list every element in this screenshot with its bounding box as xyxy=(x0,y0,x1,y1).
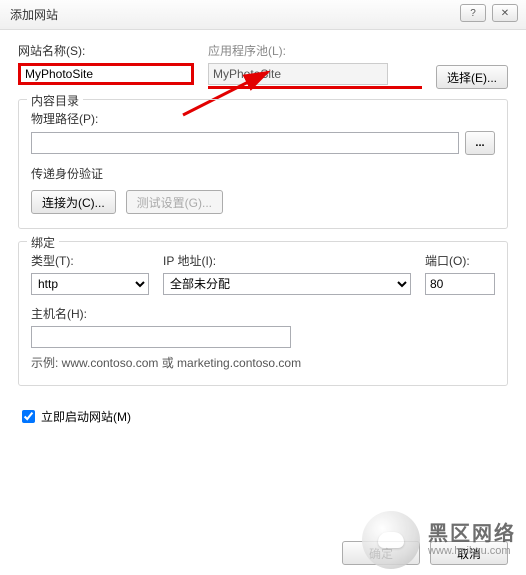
site-name-label: 网站名称(S): xyxy=(18,42,194,59)
close-icon[interactable]: ✕ xyxy=(492,4,518,22)
content-dir-group: 内容目录 物理路径(P): ... 传递身份验证 连接为(C)... 测试设置(… xyxy=(18,99,508,229)
ok-button[interactable]: 确定 xyxy=(342,541,420,565)
host-example: 示例: www.contoso.com 或 marketing.contoso.… xyxy=(31,354,495,371)
browse-button[interactable]: ... xyxy=(465,131,495,155)
app-pool-input xyxy=(208,63,388,85)
port-input[interactable] xyxy=(425,273,495,295)
window-title: 添加网站 xyxy=(10,6,58,23)
app-pool-label: 应用程序池(L): xyxy=(208,42,422,59)
type-select[interactable]: http xyxy=(31,273,149,295)
cancel-button[interactable]: 取消 xyxy=(430,541,508,565)
content-dir-title: 内容目录 xyxy=(27,92,83,109)
physical-path-label: 物理路径(P): xyxy=(31,110,495,127)
binding-title: 绑定 xyxy=(27,234,59,251)
titlebar: 添加网站 ? ✕ xyxy=(0,0,526,30)
physical-path-input[interactable] xyxy=(31,132,459,154)
start-now-checkbox[interactable] xyxy=(22,410,35,423)
ip-label: IP 地址(I): xyxy=(163,252,411,269)
site-name-input[interactable] xyxy=(18,63,194,85)
type-label: 类型(T): xyxy=(31,252,149,269)
host-label: 主机名(H): xyxy=(31,305,495,322)
connect-as-button[interactable]: 连接为(C)... xyxy=(31,190,116,214)
test-settings-button: 测试设置(G)... xyxy=(126,190,223,214)
auth-label: 传递身份验证 xyxy=(31,165,495,182)
help-icon[interactable]: ? xyxy=(460,4,486,22)
host-input[interactable] xyxy=(31,326,291,348)
start-now-label: 立即启动网站(M) xyxy=(41,408,131,425)
binding-group: 绑定 类型(T): http IP 地址(I): 全部未分配 端口(O): 主机… xyxy=(18,241,508,386)
select-pool-button[interactable]: 选择(E)... xyxy=(436,65,508,89)
port-label: 端口(O): xyxy=(425,252,495,269)
ip-select[interactable]: 全部未分配 xyxy=(163,273,411,295)
